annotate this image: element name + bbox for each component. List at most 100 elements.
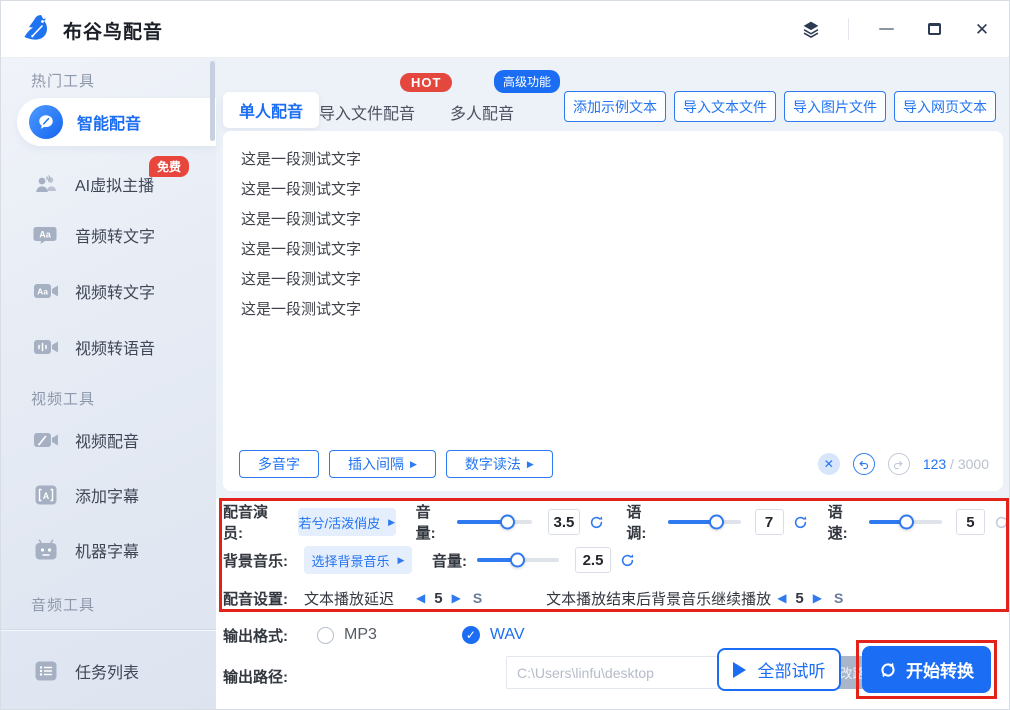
sidebar-item-smart-dubbing[interactable]: 智能配音 [17,98,216,146]
music-volume-slider[interactable] [477,558,559,562]
machine-subtitle-icon [33,539,59,561]
number-reading-label: 数字读法 [465,454,521,474]
mp3-label: MP3 [344,626,377,644]
sidebar-divider [1,629,216,630]
window-controls: ✕ [800,1,993,57]
tab-single-dubbing[interactable]: 单人配音 [223,92,319,128]
editor-line[interactable]: 这是一段测试文字 [241,265,985,295]
reset-music-volume-icon[interactable] [620,553,635,568]
import-image-file-button[interactable]: 导入图片文件 [784,91,886,122]
sidebar-item-label: 添加字幕 [75,483,139,507]
volume-label: 音量: [416,501,448,543]
output-format-label: 输出格式: [223,625,288,646]
delay-decrease-icon[interactable]: ◀ [416,591,425,605]
sidebar-scrollbar-thumb[interactable] [210,61,215,141]
insert-pause-button[interactable]: 插入间隔 ▶ [329,450,436,478]
sidebar-item-label: AI虚拟主播 [75,172,154,196]
speed-label: 语速: [828,501,860,543]
slider-thumb[interactable] [899,515,914,530]
brand: 布谷鸟配音 [21,12,163,49]
sidebar-item-audio-to-text[interactable]: Aa 音频转文字 [1,216,216,254]
slider-thumb[interactable] [709,515,724,530]
wav-label: WAV [490,626,525,644]
redo-icon[interactable] [888,453,910,475]
speed-slider[interactable] [869,520,941,524]
music-volume-value[interactable]: 2.5 [575,547,611,573]
output-path-row: 输出路径: 更改路径 [223,656,783,689]
voice-volume-value[interactable]: 3.5 [548,509,581,535]
sidebar-item-label: 音频转文字 [75,223,155,247]
start-convert-button[interactable]: 开始转换 [862,646,991,693]
import-text-file-button[interactable]: 导入文本文件 [674,91,776,122]
editor-toolbar: 多音字 插入间隔 ▶ 数字读法 ▶ ✕ [239,449,989,479]
titlebar-separator [848,18,849,40]
background-music-value: 选择背景音乐 [312,551,390,570]
sidebar-item-machine-subtitle[interactable]: 机器字幕 [1,531,216,569]
advanced-feature-badge: 高级功能 [494,70,560,93]
pitch-slider[interactable] [668,520,740,524]
sidebar-item-add-subtitle[interactable]: A 添加字幕 [1,476,216,514]
sidebar: 热门工具 智能配音 AI虚拟主播 免费 [1,58,216,709]
pitch-value[interactable]: 7 [755,509,784,535]
add-sample-text-button[interactable]: 添加示例文本 [564,91,666,122]
text-editor[interactable]: 这是一段测试文字 这是一段测试文字 这是一段测试文字 这是一段测试文字 这是一段… [223,131,1003,491]
tab-multi-dubbing[interactable]: 多人配音 [450,100,514,124]
sidebar-item-video-to-speech[interactable]: 视频转语音 [1,328,216,366]
sidebar-item-label: 视频转语音 [75,335,155,359]
pitch-label: 语调: [626,501,658,543]
polyphonic-button[interactable]: 多音字 [239,450,319,478]
clear-text-icon[interactable]: ✕ [818,453,840,475]
sidebar-section-video-tools: 视频工具 [31,388,95,409]
background-music-label: 背景音乐: [223,550,288,571]
voice-actor-value: 若兮/活泼俏皮 [298,513,380,532]
editor-line[interactable]: 这是一段测试文字 [241,235,985,265]
wav-radio-checked[interactable]: ✓ [462,626,480,644]
sidebar-item-ai-virtual-host[interactable]: AI虚拟主播 免费 [1,165,216,203]
editor-line[interactable]: 这是一段测试文字 [241,295,985,325]
reset-pitch-icon[interactable] [793,515,808,530]
add-subtitle-icon: A [33,484,59,506]
layers-icon[interactable] [800,18,822,40]
text-play-delay-label: 文本播放延迟 [304,588,394,609]
editor-line[interactable]: 这是一段测试文字 [241,145,985,175]
reset-speed-icon[interactable] [994,515,1009,530]
speed-value[interactable]: 5 [956,509,985,535]
caret-right-icon: ▶ [527,459,534,470]
sidebar-item-label: 智能配音 [77,110,141,134]
editor-lines[interactable]: 这是一段测试文字 这是一段测试文字 这是一段测试文字 这是一段测试文字 这是一段… [241,145,985,325]
minimize-button[interactable] [875,18,897,40]
sidebar-item-task-list[interactable]: 任务列表 [1,652,216,690]
editor-toolbar-right: ✕ 123 / 3000 [818,453,989,475]
continue-decrease-icon[interactable]: ◀ [777,591,786,605]
preview-all-button[interactable]: 全部试听 [717,648,841,691]
tab-import-file-dubbing[interactable]: 导入文件配音 [319,100,415,124]
slider-thumb[interactable] [510,553,525,568]
svg-text:Aa: Aa [39,230,51,240]
number-reading-button[interactable]: 数字读法 ▶ [446,450,553,478]
editor-line[interactable]: 这是一段测试文字 [241,205,985,235]
char-count-separator: / [946,456,958,472]
reset-volume-icon[interactable] [589,515,604,530]
undo-icon[interactable] [853,453,875,475]
continue-increase-icon[interactable]: ▶ [813,591,822,605]
editor-line[interactable]: 这是一段测试文字 [241,175,985,205]
background-music-select[interactable]: 选择背景音乐 ▶ [304,546,412,574]
dubbing-config-label: 配音设置: [223,588,288,609]
caret-right-icon: ▶ [410,459,417,470]
import-web-text-button[interactable]: 导入网页文本 [894,91,996,122]
slider-thumb[interactable] [500,515,515,530]
delay-increase-icon[interactable]: ▶ [452,591,461,605]
video-dubbing-icon [33,429,59,451]
mp3-radio[interactable] [317,627,334,644]
close-button[interactable]: ✕ [971,18,993,40]
voice-actor-select[interactable]: 若兮/活泼俏皮 ▶ [298,508,396,536]
sidebar-item-video-dubbing[interactable]: 视频配音 [1,421,216,459]
maximize-button[interactable] [923,18,945,40]
svg-text:Aa: Aa [37,287,48,297]
voice-volume-slider[interactable] [457,520,531,524]
char-counter: 123 / 3000 [923,456,989,472]
dubbing-config-row: 配音设置: 文本播放延迟 ◀ 5 ▶ S 文本播放结束后背景音乐继续播放 ◀ 5… [223,586,843,610]
sidebar-item-video-to-text[interactable]: Aa 视频转文字 [1,272,216,310]
free-badge: 免费 [149,156,189,177]
start-convert-label: 开始转换 [906,657,974,682]
